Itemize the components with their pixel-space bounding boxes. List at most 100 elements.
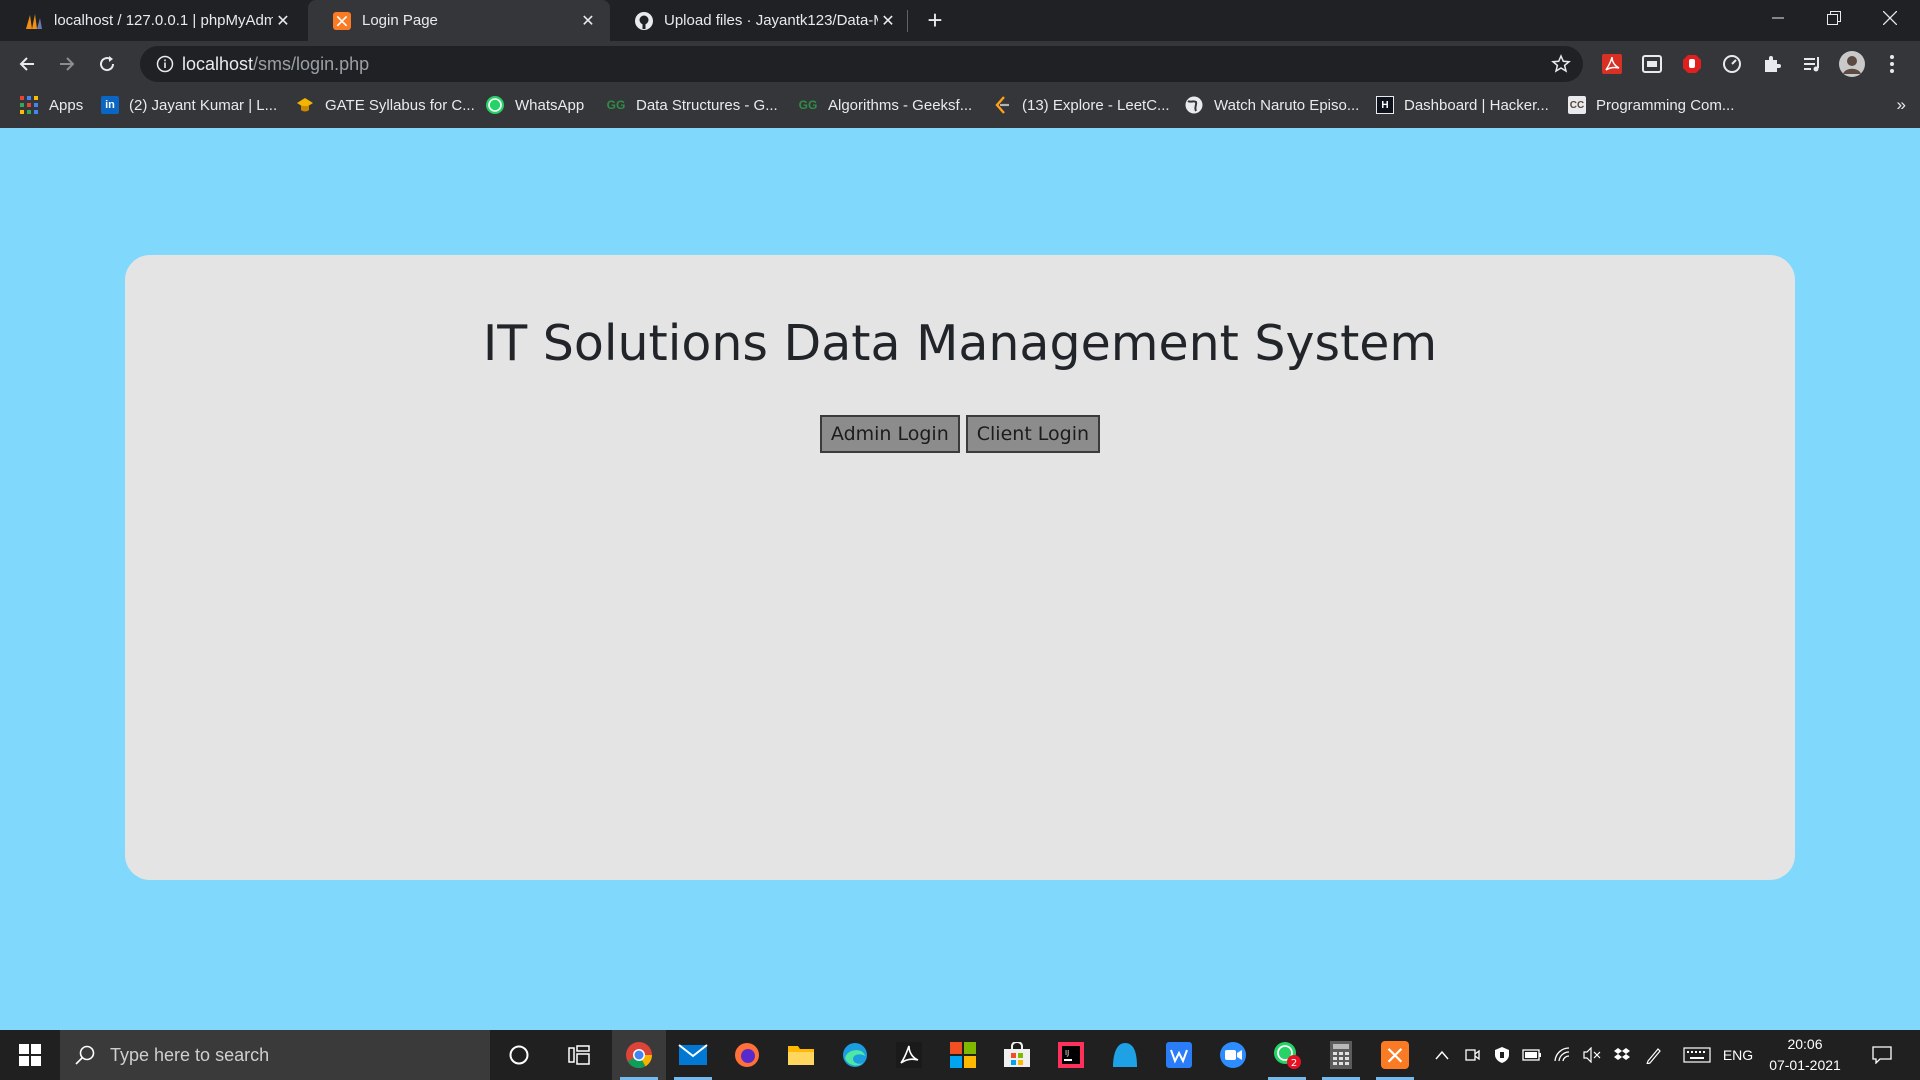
wifi-icon[interactable] <box>1548 1030 1576 1080</box>
edge-taskbar-icon[interactable] <box>828 1030 882 1080</box>
search-icon <box>60 1030 110 1080</box>
pen-workspace-icon[interactable] <box>1638 1030 1670 1080</box>
speed-extension-icon[interactable] <box>1718 50 1746 78</box>
client-login-button[interactable]: Client Login <box>965 415 1101 453</box>
bookmark-label: Apps <box>49 96 84 114</box>
admin-login-button[interactable]: Admin Login <box>819 415 960 453</box>
close-tab-icon[interactable]: ✕ <box>578 11 598 31</box>
task-view-icon[interactable] <box>552 1030 606 1080</box>
bookmark-programming-com[interactable]: CC Programming Com... <box>1568 87 1734 123</box>
language-indicator[interactable]: ENG <box>1718 1030 1758 1080</box>
url-host: localhost <box>182 53 254 74</box>
cast-extension-icon[interactable] <box>1638 50 1666 78</box>
tab-title: Login Page <box>362 12 438 29</box>
volume-muted-icon[interactable] <box>1578 1030 1606 1080</box>
apps-grid-icon <box>19 95 39 115</box>
bookmark-leetcode[interactable]: (13) Explore - LeetC... <box>992 87 1170 123</box>
touch-keyboard-icon[interactable] <box>1678 1030 1716 1080</box>
clock-time: 20:06 <box>1787 1036 1823 1052</box>
notification-badge: 2 <box>1291 1058 1297 1069</box>
bookmark-label: Dashboard | Hacker... <box>1404 96 1549 114</box>
chrome-menu-icon[interactable] <box>1878 50 1906 78</box>
bookmark-label: (13) Explore - LeetC... <box>1022 96 1170 114</box>
svg-text:⨉: ⨉ <box>336 15 348 30</box>
intellij-taskbar-icon[interactable]: IJ <box>1044 1030 1098 1080</box>
back-button[interactable] <box>11 48 43 80</box>
reload-button[interactable] <box>91 48 123 80</box>
calculator-taskbar-icon[interactable] <box>1314 1030 1368 1080</box>
leetcode-icon <box>992 95 1012 115</box>
codechef-icon: CC <box>1568 96 1586 114</box>
dropbox-icon[interactable] <box>1608 1030 1636 1080</box>
new-tab-button[interactable]: + <box>920 6 950 36</box>
zoom-taskbar-icon[interactable] <box>1206 1030 1260 1080</box>
bookmark-star-icon[interactable] <box>1549 52 1573 76</box>
action-center-icon[interactable] <box>1862 1030 1902 1080</box>
acrobat-taskbar-icon[interactable] <box>882 1030 936 1080</box>
tab-phpmyadmin[interactable]: localhost / 127.0.0.1 | phpMyAdm ✕ <box>0 0 305 41</box>
bookmark-label: GATE Syllabus for C... <box>325 96 475 114</box>
media-queue-icon[interactable] <box>1798 50 1826 78</box>
acrobat-extension-icon[interactable] <box>1598 50 1626 78</box>
bookmark-algorithms[interactable]: GG Algorithms - Geeksf... <box>798 87 973 123</box>
close-window-button[interactable] <box>1862 0 1918 36</box>
bookmarks-bar: Apps in (2) Jayant Kumar | L... GATE Syl… <box>0 87 1920 128</box>
chrome-taskbar-icon[interactable] <box>612 1030 666 1080</box>
tab-github-upload[interactable]: Upload files · Jayantk123/Data-M ✕ <box>610 0 910 41</box>
page-title: IT Solutions Data Management System <box>482 315 1438 372</box>
whatsapp-taskbar-icon[interactable]: 2 <box>1260 1030 1314 1080</box>
tab-title: Upload files · Jayantk123/Data-M <box>664 12 878 29</box>
adblock-extension-icon[interactable] <box>1678 50 1706 78</box>
bookmark-whatsapp[interactable]: WhatsApp <box>485 87 584 123</box>
start-button[interactable] <box>0 1030 60 1080</box>
forward-button[interactable] <box>51 48 83 80</box>
site-info-icon[interactable] <box>148 46 182 82</box>
file-explorer-taskbar-icon[interactable] <box>774 1030 828 1080</box>
geeksforgeeks-icon: GG <box>798 98 818 112</box>
show-hidden-icons[interactable] <box>1428 1030 1456 1080</box>
browser-toolbar: localhost/sms/login.php <box>0 41 1920 87</box>
linkedin-icon: in <box>101 96 119 114</box>
more-bookmarks-icon[interactable]: » <box>1897 95 1906 115</box>
bookmark-data-structures[interactable]: GG Data Structures - G... <box>606 87 778 123</box>
bookmark-apps[interactable]: Apps <box>19 87 83 123</box>
github-icon <box>634 11 654 31</box>
search-placeholder: Type here to search <box>110 1044 270 1065</box>
globe-icon <box>1184 95 1204 115</box>
cortana-icon[interactable] <box>492 1030 546 1080</box>
close-tab-icon[interactable]: ✕ <box>273 11 293 31</box>
taskbar-search[interactable]: Type here to search <box>60 1030 490 1080</box>
xampp-taskbar-icon[interactable]: ⨉ <box>1368 1030 1422 1080</box>
taskbar-clock[interactable]: 20:06 07-01-2021 <box>1760 1034 1850 1076</box>
phpmyadmin-icon <box>24 11 44 31</box>
firefox-taskbar-icon[interactable] <box>720 1030 774 1080</box>
bookmark-naruto[interactable]: Watch Naruto Episo... <box>1184 87 1359 123</box>
ms-office-taskbar-icon[interactable] <box>936 1030 990 1080</box>
restore-button[interactable] <box>1806 0 1862 36</box>
login-options: Admin Login Client Login <box>125 415 1795 453</box>
tab-separator <box>907 10 908 32</box>
bookmark-linkedin[interactable]: in (2) Jayant Kumar | L... <box>101 87 277 123</box>
profile-avatar[interactable] <box>1838 50 1866 78</box>
security-shield-icon[interactable] <box>1488 1030 1516 1080</box>
tab-strip: localhost / 127.0.0.1 | phpMyAdm ✕ ⨉ Log… <box>0 0 1920 41</box>
extensions-puzzle-icon[interactable] <box>1758 50 1786 78</box>
tab-login-page[interactable]: ⨉ Login Page ✕ <box>308 0 610 41</box>
hackerrank-icon: H <box>1376 96 1394 114</box>
bookmark-gate-syllabus[interactable]: GATE Syllabus for C... <box>295 87 475 123</box>
mail-taskbar-icon[interactable] <box>666 1030 720 1080</box>
meet-now-icon[interactable] <box>1458 1030 1486 1080</box>
app-blue-taskbar-icon[interactable] <box>1098 1030 1152 1080</box>
svg-text:⨉: ⨉ <box>1387 1046 1403 1067</box>
xampp-icon: ⨉ <box>332 11 352 31</box>
bookmark-hackerrank[interactable]: H Dashboard | Hacker... <box>1376 87 1549 123</box>
store-taskbar-icon[interactable] <box>990 1030 1044 1080</box>
battery-icon[interactable] <box>1518 1030 1546 1080</box>
tab-title: localhost / 127.0.0.1 | phpMyAdm <box>54 12 273 29</box>
minimize-button[interactable] <box>1750 0 1806 36</box>
close-tab-icon[interactable]: ✕ <box>878 11 898 31</box>
url-path: /sms/login.php <box>253 53 370 74</box>
address-bar[interactable]: localhost/sms/login.php <box>140 46 1583 82</box>
wps-taskbar-icon[interactable] <box>1152 1030 1206 1080</box>
url-text: localhost/sms/login.php <box>182 54 369 75</box>
